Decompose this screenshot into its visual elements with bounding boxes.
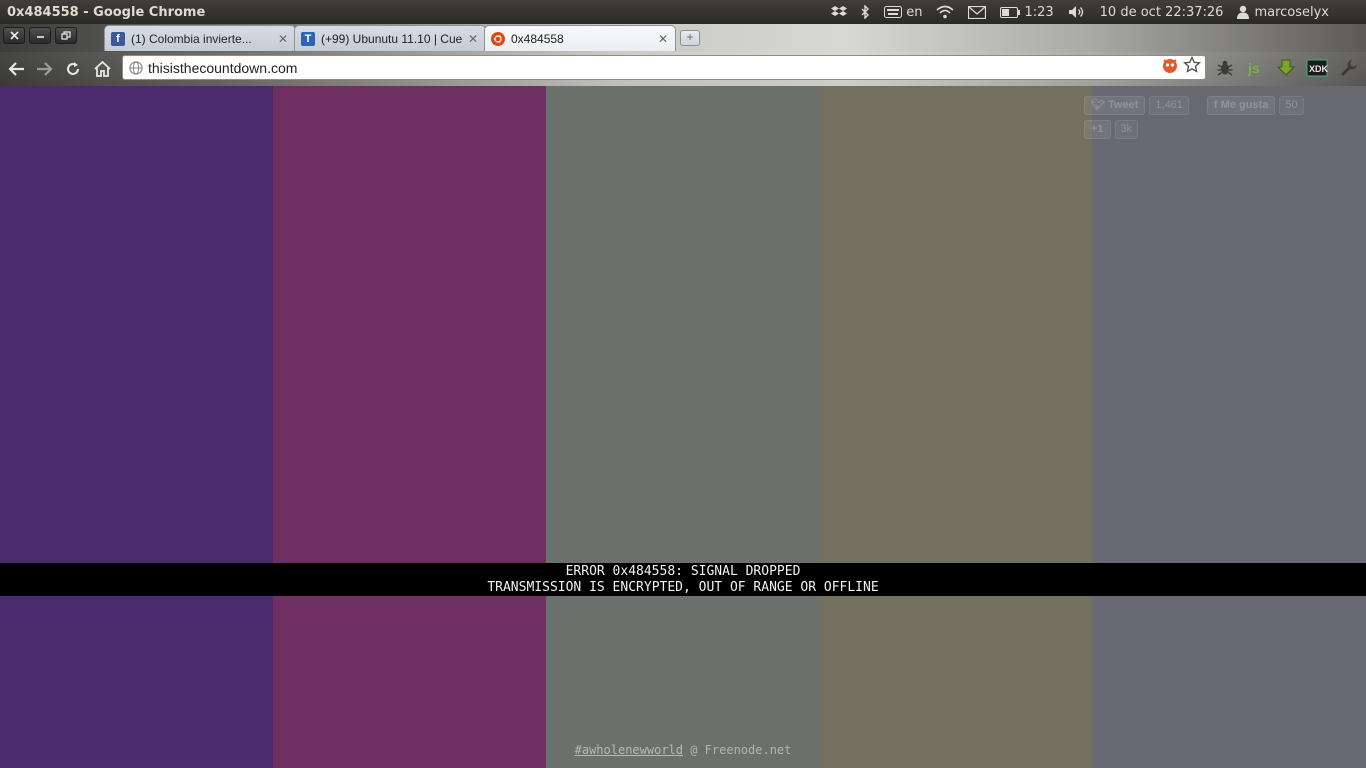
twitter-bird-icon: 🐦︎ [1091,99,1105,111]
clock[interactable]: 10 de oct 22:37:26 [1093,0,1231,24]
window-title: 0x484558 - Google Chrome [7,4,206,20]
user-icon [1237,5,1250,19]
tweet-count: 1,461 [1149,96,1189,115]
like-count: 50 [1279,96,1304,115]
keyboard-indicator[interactable]: en [877,0,929,24]
extension-download-icon[interactable] [1275,57,1297,79]
tweet-label: Tweet [1108,99,1139,111]
extension-xdk-icon[interactable]: XDK [1306,57,1328,79]
tab-close-icon[interactable]: ✕ [277,32,289,46]
tab-close-icon[interactable]: ✕ [467,32,479,46]
tweet-button[interactable]: 🐦︎ Tweet 1,461 [1084,96,1189,115]
restore-icon [61,31,71,40]
plusone-button[interactable]: +1 3k [1084,120,1139,139]
battery-time: 1:23 [1024,4,1054,20]
color-bar [273,86,546,768]
battery-icon [1000,6,1021,18]
ubuntu-icon [491,31,505,46]
browser-frame: f (1) Colombia invierte... ✕ T (+99) Ubu… [0,24,1366,86]
facebook-like-icon: f [1213,99,1218,111]
back-arrow-icon [8,62,24,76]
extension-js-icon[interactable]: js [1244,57,1266,79]
color-bar [546,86,819,768]
extension-bug-icon[interactable] [1214,57,1236,79]
taringa-icon: T [301,31,315,46]
close-icon [9,31,19,40]
error-subtitle: TRANSMISSION IS ENCRYPTED, OUT OF RANGE … [487,580,879,595]
tab-taringa[interactable]: T (+99) Ubunutu 11.10 | Cue ✕ [294,25,486,51]
forward-button[interactable] [32,57,56,81]
error-banner: ERROR 0x484558: SIGNAL DROPPED TRANSMISS… [0,563,1366,596]
keyboard-layout-label: en [906,4,923,20]
tab-facebook[interactable]: f (1) Colombia invierte... ✕ [104,25,296,51]
volume-icon[interactable] [1061,0,1093,24]
footer: #awholenewworld @ Freenode.net [0,743,1366,757]
bluetooth-icon[interactable] [854,0,877,24]
tab-title: 0x484558 [511,31,564,46]
irc-channel-link[interactable]: #awholenewworld [575,743,683,757]
reload-icon [67,62,79,75]
error-title: ERROR 0x484558: SIGNAL DROPPED [565,564,801,579]
user-menu[interactable]: marcoselyx [1230,0,1366,24]
close-window-button[interactable] [3,27,25,44]
battery-indicator[interactable]: 1:23 [993,0,1060,24]
svg-text:XDK: XDK [1309,64,1328,74]
color-bar [819,86,1092,768]
minimize-icon [36,36,44,38]
like-button[interactable]: f Me gusta 50 [1206,96,1304,115]
tab-title: (+99) Ubunutu 11.10 | Cue [321,31,463,46]
top-panel: 0x484558 - Google Chrome en 1:23 10 de o… [0,0,1366,24]
plusone-count: 3k [1114,120,1139,139]
color-bar [0,86,273,768]
tab-close-icon[interactable]: ✕ [657,32,669,46]
globe-icon [129,60,143,75]
adblock-icon[interactable] [1161,56,1179,79]
home-button[interactable] [90,57,114,81]
reload-button[interactable] [61,57,85,81]
new-tab-button[interactable]: + [680,30,700,46]
indicator-area: en 1:23 10 de oct 22:37:26 marcoselyx [824,0,1366,24]
dropbox-icon[interactable] [824,0,854,24]
restore-window-button[interactable] [55,27,77,44]
tab-active[interactable]: 0x484558 ✕ [484,25,676,51]
like-label: Me gusta [1220,99,1269,111]
irc-network-label: @ Freenode.net [683,743,792,757]
page-content: 🐦︎ Tweet 1,461 f Me gusta 50 +1 3k ERROR… [0,86,1366,768]
bookmark-star-icon[interactable] [1182,55,1202,79]
omnibox-actions [1161,55,1205,79]
settings-wrench-icon[interactable] [1338,57,1360,79]
username: marcoselyx [1254,4,1329,20]
url-text: thisisthecountdown.com [148,59,298,76]
plusone-label: +1 [1084,120,1111,139]
keyboard-icon [884,6,903,18]
facebook-icon: f [111,31,125,46]
toolbar: thisisthecountdown.com js XDK [0,52,1366,86]
tab-title: (1) Colombia invierte... [131,31,252,46]
wifi-icon[interactable] [929,0,961,24]
mail-icon[interactable] [961,0,993,24]
svg-text:js: js [1247,60,1260,76]
address-bar[interactable]: thisisthecountdown.com [122,55,1206,80]
window-controls [3,27,77,44]
home-icon [93,61,111,77]
social-buttons: 🐦︎ Tweet 1,461 f Me gusta 50 +1 3k [1084,96,1304,144]
color-bar [1092,86,1366,768]
back-button[interactable] [5,57,29,81]
forward-arrow-icon [37,62,53,76]
tab-strip: f (1) Colombia invierte... ✕ T (+99) Ubu… [104,25,700,52]
minimize-window-button[interactable] [29,27,51,44]
